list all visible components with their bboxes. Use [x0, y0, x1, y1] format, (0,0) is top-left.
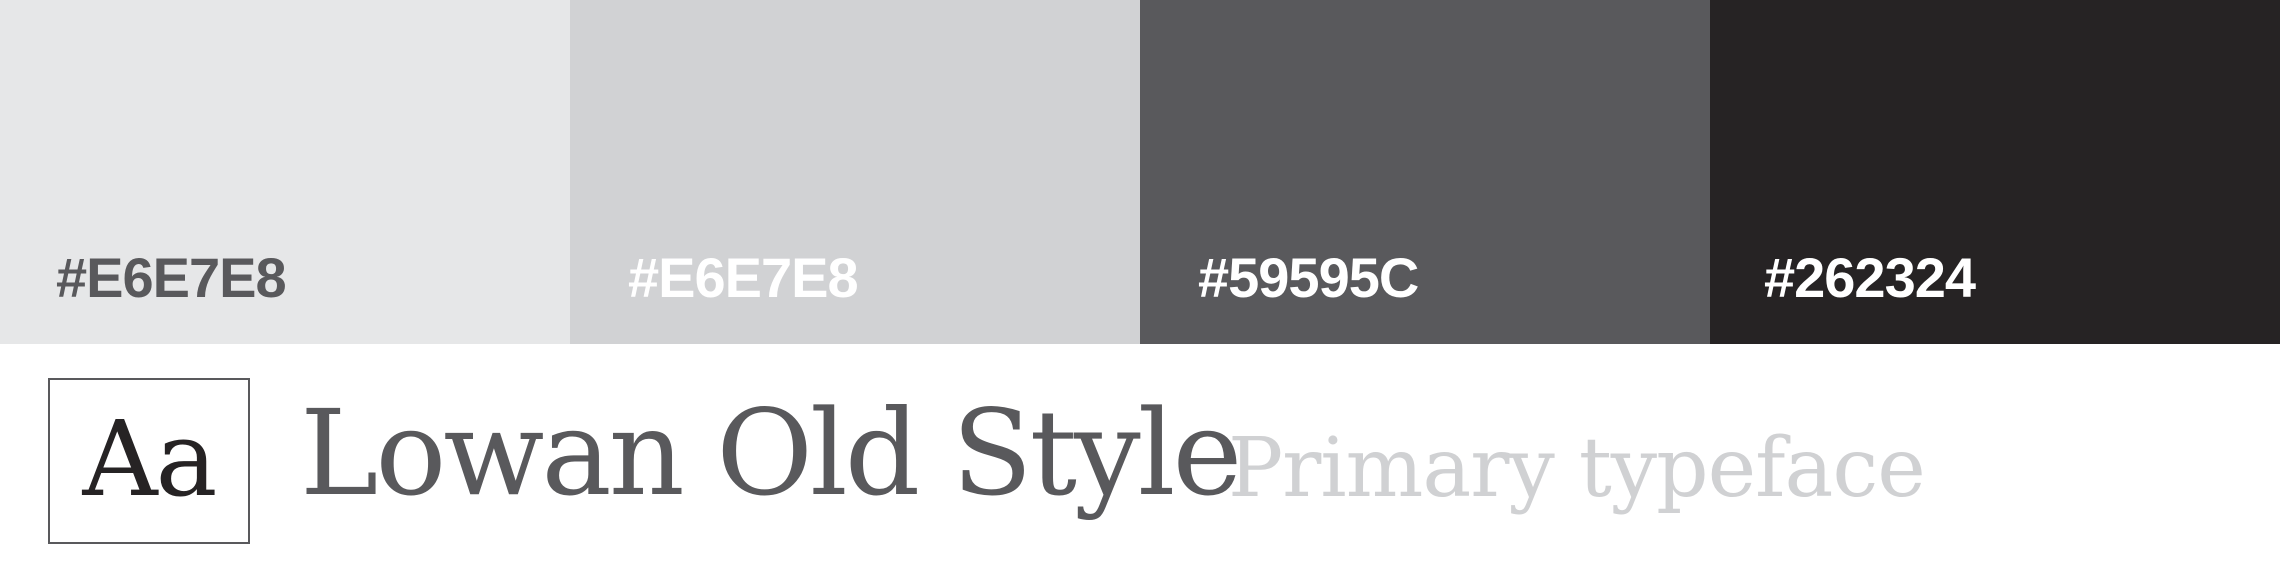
swatch-dark-gray: #59595C — [1140, 0, 1710, 344]
swatch-hex-label: #262324 — [1764, 246, 1976, 309]
typeface-specimen: Aa Lowan Old Style Primary typeface — [0, 344, 2280, 582]
swatch-near-black: #262324 — [1710, 0, 2280, 344]
typeface-name: Lowan Old Style — [300, 384, 1242, 522]
swatch-hex-label: #E6E7E8 — [56, 246, 287, 309]
typeface-sample-box: Aa — [48, 378, 250, 544]
swatch-hex-label: #E6E7E8 — [628, 246, 859, 309]
typeface-role: Primary typeface — [1228, 421, 1926, 516]
swatch-light-gray: #E6E7E8 — [0, 0, 570, 344]
swatch-silver-gray: #E6E7E8 — [570, 0, 1140, 344]
color-palette: #E6E7E8 #E6E7E8 #59595C #262324 — [0, 0, 2280, 344]
typeface-sample-glyphs: Aa — [82, 398, 217, 520]
swatch-hex-label: #59595C — [1198, 246, 1419, 309]
